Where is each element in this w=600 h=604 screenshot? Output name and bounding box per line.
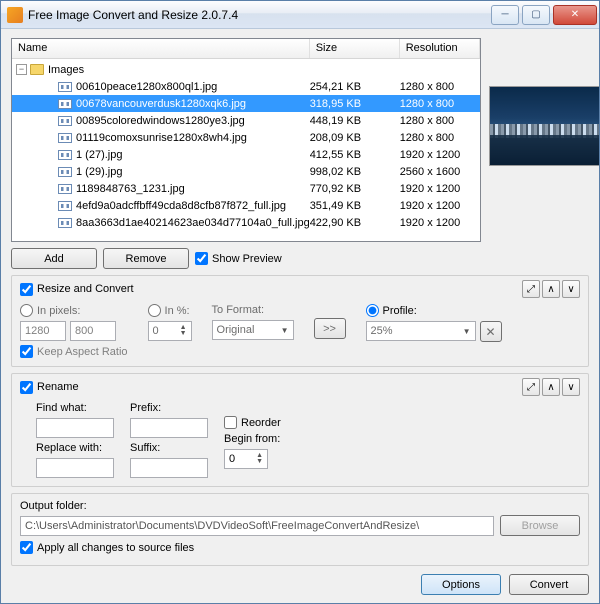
- file-size: 254,21 KB: [310, 81, 400, 93]
- options-button[interactable]: Options: [421, 574, 501, 595]
- image-file-icon: [58, 133, 72, 143]
- file-resolution: 1280 x 800: [400, 132, 480, 144]
- move-up-icon[interactable]: ∧: [542, 378, 560, 396]
- file-listview[interactable]: Name Size Resolution − Images 00610peace12…: [11, 38, 481, 242]
- width-input[interactable]: [20, 321, 66, 341]
- file-name: 00895coloredwindows1280ye3.jpg: [76, 115, 310, 127]
- file-size: 318,95 KB: [310, 98, 400, 110]
- resize-checkbox[interactable]: Resize and Convert: [20, 283, 134, 296]
- prefix-input[interactable]: [130, 418, 208, 438]
- maximize-button[interactable]: ▢: [522, 5, 550, 25]
- folder-icon: [30, 64, 44, 75]
- file-name: 1 (27).jpg: [76, 149, 310, 161]
- file-size: 412,55 KB: [310, 149, 400, 161]
- in-percent-radio[interactable]: In %:: [148, 304, 192, 317]
- in-pixels-radio[interactable]: In pixels:: [20, 304, 128, 317]
- file-name: 1 (29).jpg: [76, 166, 310, 178]
- file-row[interactable]: 00610peace1280x800ql1.jpg254,21 KB1280 x…: [12, 78, 480, 95]
- height-input[interactable]: [70, 321, 116, 341]
- file-resolution: 1920 x 1200: [400, 149, 480, 161]
- show-preview-input[interactable]: [195, 252, 208, 265]
- file-name: 00678vancouverdusk1280xqk6.jpg: [76, 98, 310, 110]
- image-file-icon: [58, 184, 72, 194]
- suffix-input[interactable]: [130, 458, 208, 478]
- file-name: 00610peace1280x800ql1.jpg: [76, 81, 310, 93]
- col-name[interactable]: Name: [12, 39, 310, 58]
- image-file-icon: [58, 201, 72, 211]
- remove-button[interactable]: Remove: [103, 248, 189, 269]
- find-input[interactable]: [36, 418, 114, 438]
- file-resolution: 1280 x 800: [400, 115, 480, 127]
- file-name: 01119comoxsunrise1280x8wh4.jpg: [76, 132, 310, 144]
- add-button[interactable]: Add: [11, 248, 97, 269]
- preview-image: [489, 86, 599, 166]
- window-title: Free Image Convert and Resize 2.0.7.4: [28, 8, 488, 22]
- file-size: 208,09 KB: [310, 132, 400, 144]
- percent-input[interactable]: 0▲▼: [148, 321, 192, 341]
- image-file-icon: [58, 167, 72, 177]
- convert-button[interactable]: Convert: [509, 574, 589, 595]
- image-file-icon: [58, 82, 72, 92]
- file-name: 1189848763_1231.jpg: [76, 183, 310, 195]
- output-group: Output folder: Browse Apply all changes …: [11, 493, 589, 566]
- rename-group: Rename ⤢ ∧ ∨ Find what: Replace with: Pr…: [11, 373, 589, 487]
- file-resolution: 1280 x 800: [400, 81, 480, 93]
- apply-all-checkbox[interactable]: Apply all changes to source files: [20, 541, 194, 554]
- file-row[interactable]: 4efd9a0adcffbff49cda8d8cfb87f872_full.jp…: [12, 197, 480, 214]
- file-resolution: 2560 x 1600: [400, 166, 480, 178]
- file-size: 351,49 KB: [310, 200, 400, 212]
- output-path-input[interactable]: [20, 516, 494, 536]
- image-file-icon: [58, 150, 72, 160]
- col-resolution[interactable]: Resolution: [400, 39, 480, 58]
- file-row[interactable]: 1 (27).jpg412,55 KB1920 x 1200: [12, 146, 480, 163]
- format-combo[interactable]: Original▼: [212, 320, 294, 340]
- show-preview-checkbox[interactable]: Show Preview: [195, 252, 282, 265]
- begin-from-input[interactable]: 0▲▼: [224, 449, 268, 469]
- replace-input[interactable]: [36, 458, 114, 478]
- file-resolution: 1920 x 1200: [400, 217, 480, 229]
- file-resolution: 1280 x 800: [400, 98, 480, 110]
- file-row[interactable]: 01119comoxsunrise1280x8wh4.jpg208,09 KB1…: [12, 129, 480, 146]
- file-size: 422,90 KB: [310, 217, 400, 229]
- listview-header: Name Size Resolution: [12, 39, 480, 59]
- apply-format-button[interactable]: >>: [314, 318, 346, 339]
- file-size: 998,02 KB: [310, 166, 400, 178]
- col-size[interactable]: Size: [310, 39, 400, 58]
- move-down-icon[interactable]: ∨: [562, 280, 580, 298]
- file-row[interactable]: 00678vancouverdusk1280xqk6.jpg318,95 KB1…: [12, 95, 480, 112]
- titlebar: Free Image Convert and Resize 2.0.7.4 ─ …: [1, 1, 599, 29]
- file-name: 8aa3663d1ae40214623ae034d77104a0_full.jp…: [76, 217, 310, 229]
- move-down-icon[interactable]: ∨: [562, 378, 580, 396]
- browse-button[interactable]: Browse: [500, 515, 580, 536]
- profile-combo[interactable]: 25%▼: [366, 321, 476, 341]
- move-up-icon[interactable]: ∧: [542, 280, 560, 298]
- file-size: 448,19 KB: [310, 115, 400, 127]
- file-row[interactable]: 1189848763_1231.jpg770,92 KB1920 x 1200: [12, 180, 480, 197]
- image-file-icon: [58, 116, 72, 126]
- keep-aspect-checkbox[interactable]: Keep Aspect Ratio: [20, 345, 128, 358]
- reorder-checkbox[interactable]: Reorder: [224, 416, 281, 429]
- resize-group: Resize and Convert ⤢ ∧ ∨ In pixels: Keep…: [11, 275, 589, 367]
- rename-checkbox[interactable]: Rename: [20, 381, 79, 394]
- file-row[interactable]: 8aa3663d1ae40214623ae034d77104a0_full.jp…: [12, 214, 480, 231]
- file-resolution: 1920 x 1200: [400, 183, 480, 195]
- folder-label[interactable]: Images: [48, 64, 480, 76]
- file-name: 4efd9a0adcffbff49cda8d8cfb87f872_full.jp…: [76, 200, 310, 212]
- profile-radio[interactable]: Profile:: [366, 304, 502, 317]
- image-file-icon: [58, 99, 72, 109]
- close-button[interactable]: ✕: [553, 5, 597, 25]
- file-row[interactable]: 1 (29).jpg998,02 KB2560 x 1600: [12, 163, 480, 180]
- delete-profile-button[interactable]: ✕: [480, 321, 502, 342]
- app-icon: [7, 7, 23, 23]
- tree-toggle-icon[interactable]: −: [16, 64, 27, 75]
- minimize-button[interactable]: ─: [491, 5, 519, 25]
- file-resolution: 1920 x 1200: [400, 200, 480, 212]
- image-file-icon: [58, 218, 72, 228]
- expand-icon[interactable]: ⤢: [522, 280, 540, 298]
- expand-icon[interactable]: ⤢: [522, 378, 540, 396]
- file-size: 770,92 KB: [310, 183, 400, 195]
- file-row[interactable]: 00895coloredwindows1280ye3.jpg448,19 KB1…: [12, 112, 480, 129]
